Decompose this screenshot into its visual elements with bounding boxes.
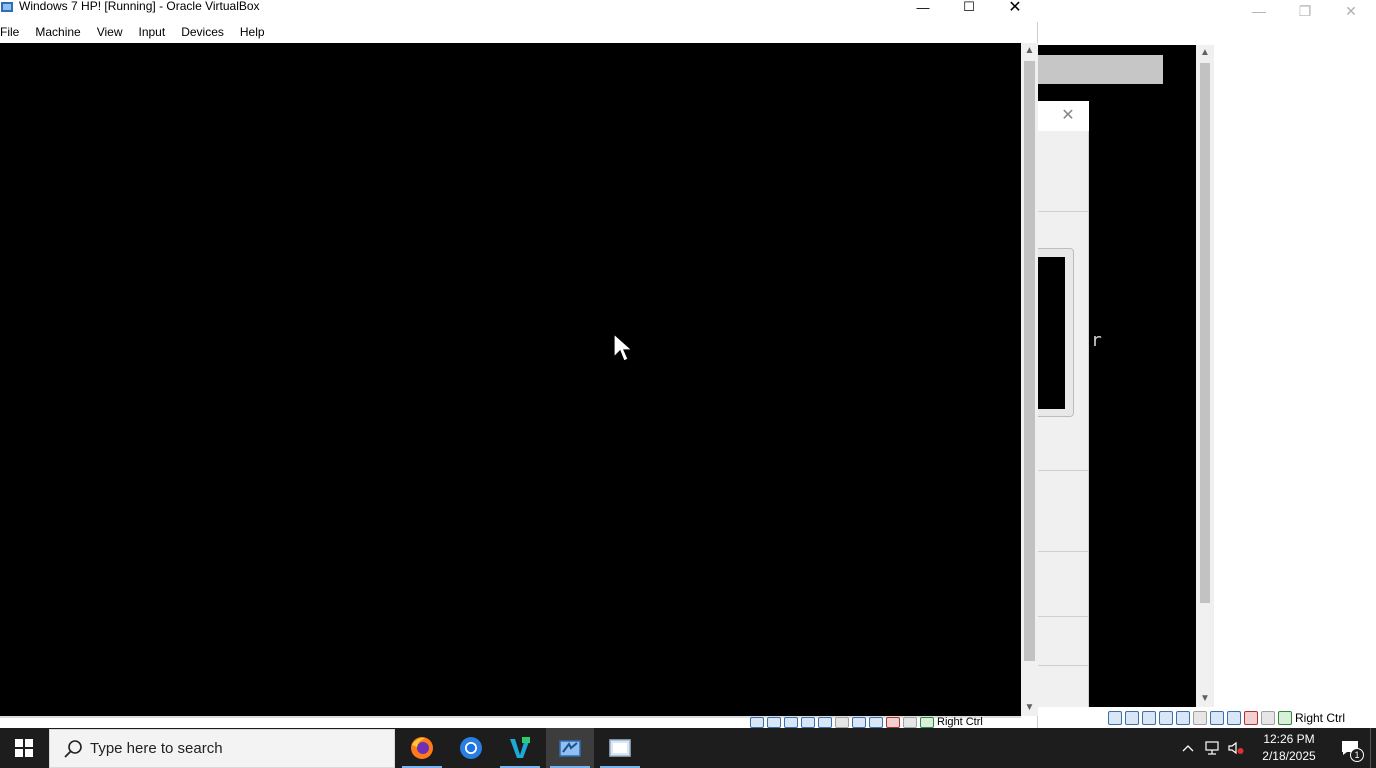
search-icon [64, 739, 82, 758]
keyboard-capture-icon[interactable] [1278, 711, 1292, 725]
taskbar: Type here to search 12:26 PM 2/18/2025 1 [0, 728, 1376, 768]
cpu-icon[interactable] [1261, 711, 1275, 725]
divider [1038, 551, 1089, 552]
vertical-scrollbar[interactable]: ▲ ▼ [1021, 43, 1038, 716]
menu-machine[interactable]: Machine [27, 22, 88, 43]
recording-icon[interactable] [1244, 711, 1258, 725]
background-titlebar[interactable]: — ❐ ✕ [1038, 0, 1376, 22]
divider [1038, 616, 1089, 617]
divider [1038, 211, 1089, 212]
taskbar-virtualbox-manager[interactable] [596, 728, 644, 768]
cpu-icon[interactable] [903, 717, 917, 728]
divider [1038, 665, 1089, 666]
background-close-button[interactable]: ✕ [1328, 0, 1374, 22]
shared-folders-icon[interactable] [1193, 711, 1207, 725]
background-restore-button[interactable]: ❐ [1282, 0, 1328, 22]
hard-disk-icon[interactable] [1108, 711, 1122, 725]
video-capture-icon[interactable] [869, 717, 883, 728]
scroll-thumb[interactable] [1024, 61, 1035, 661]
chrome-icon [460, 737, 482, 759]
windows-logo-icon [15, 739, 33, 757]
vscode-icon [510, 737, 530, 758]
background-vm-bar [1038, 55, 1163, 84]
main-virtualbox-window[interactable]: Windows 7 HP! [Running] - Oracle Virtual… [0, 0, 1038, 728]
network-icon[interactable] [1159, 711, 1173, 725]
background-vertical-scrollbar[interactable]: ▲ ▼ [1196, 45, 1214, 707]
host-key-label: Right Ctrl [937, 717, 983, 728]
shared-folders-icon[interactable] [835, 717, 849, 728]
show-desktop-button[interactable] [1370, 728, 1376, 768]
taskbar-firefox[interactable] [398, 728, 446, 768]
background-dialog-close-icon[interactable]: ✕ [1058, 106, 1078, 126]
optical-drive-icon[interactable] [1125, 711, 1139, 725]
scroll-down-icon[interactable]: ▼ [1196, 693, 1214, 704]
background-vm-display[interactable]: ✕ r [1038, 45, 1196, 707]
scroll-up-icon[interactable]: ▲ [1196, 47, 1214, 58]
optical-drive-icon[interactable] [767, 717, 781, 728]
network-icon[interactable] [1200, 728, 1224, 768]
taskbar-search-box[interactable]: Type here to search [49, 729, 395, 768]
notification-count-badge: 1 [1350, 748, 1364, 762]
background-dialog-header: ✕ [1038, 101, 1089, 131]
display-icon[interactable] [1210, 711, 1224, 725]
menu-bar: File Machine View Input Devices Help [0, 22, 1038, 43]
background-minimize-button[interactable]: — [1236, 0, 1282, 22]
audio-icon[interactable] [784, 717, 798, 728]
firefox-icon [411, 737, 433, 759]
action-center-button[interactable]: 1 [1330, 728, 1370, 768]
host-key-label: Right Ctrl [1295, 711, 1346, 725]
clock-time: 12:26 PM [1263, 732, 1315, 746]
taskbar-virtualbox-vm[interactable] [546, 728, 594, 768]
usb-icon[interactable] [818, 717, 832, 728]
volume-muted-icon[interactable] [1224, 728, 1248, 768]
display-icon[interactable] [852, 717, 866, 728]
clock-date: 2/18/2025 [1262, 749, 1316, 763]
scroll-down-icon[interactable]: ▼ [1021, 702, 1038, 713]
mouse-cursor-icon [613, 333, 633, 362]
close-button[interactable]: ✕ [992, 0, 1038, 16]
menu-input[interactable]: Input [131, 22, 174, 43]
network-icon[interactable] [801, 717, 815, 728]
divider [1038, 470, 1089, 471]
background-virtualbox-window[interactable]: — ❐ ✕ ✕ r ▲ ▼ Right Ctrl [1038, 0, 1376, 728]
window-title: Windows 7 HP! [Running] - Oracle Virtual… [19, 0, 260, 13]
menu-devices[interactable]: Devices [173, 22, 232, 43]
taskbar-chrome[interactable] [447, 728, 495, 768]
taskbar-vscode[interactable] [496, 728, 544, 768]
menu-help[interactable]: Help [232, 22, 273, 43]
virtualbox-manager-icon [609, 739, 631, 757]
titlebar[interactable]: Windows 7 HP! [Running] - Oracle Virtual… [0, 0, 1038, 22]
audio-icon[interactable] [1142, 711, 1156, 725]
recording-icon[interactable] [886, 717, 900, 728]
scroll-up-icon[interactable]: ▲ [1021, 45, 1038, 56]
system-tray: 12:26 PM 2/18/2025 1 [1176, 728, 1376, 768]
background-scroll-thumb[interactable] [1200, 63, 1210, 603]
menu-file[interactable]: File [0, 22, 27, 43]
minimize-button[interactable]: — [900, 0, 946, 15]
clock[interactable]: 12:26 PM 2/18/2025 [1248, 731, 1330, 765]
background-console [1038, 257, 1065, 409]
start-button[interactable] [0, 728, 48, 768]
keyboard-capture-icon[interactable] [920, 717, 934, 728]
show-hidden-icons-chevron-icon[interactable] [1176, 728, 1200, 768]
vm-display[interactable] [0, 43, 1021, 716]
hard-disk-icon[interactable] [750, 717, 764, 728]
menu-view[interactable]: View [89, 22, 131, 43]
search-placeholder: Type here to search [90, 740, 223, 757]
usb-icon[interactable] [1176, 711, 1190, 725]
maximize-button[interactable]: ☐ [946, 0, 992, 14]
background-console-frame [1038, 248, 1074, 417]
virtualbox-icon [559, 740, 581, 757]
background-console-char: r [1091, 330, 1102, 351]
virtualbox-app-icon [1, 2, 13, 12]
video-capture-icon[interactable] [1227, 711, 1241, 725]
background-status-bar: Right Ctrl [1108, 708, 1376, 728]
status-bar: Right Ctrl [750, 717, 1038, 728]
